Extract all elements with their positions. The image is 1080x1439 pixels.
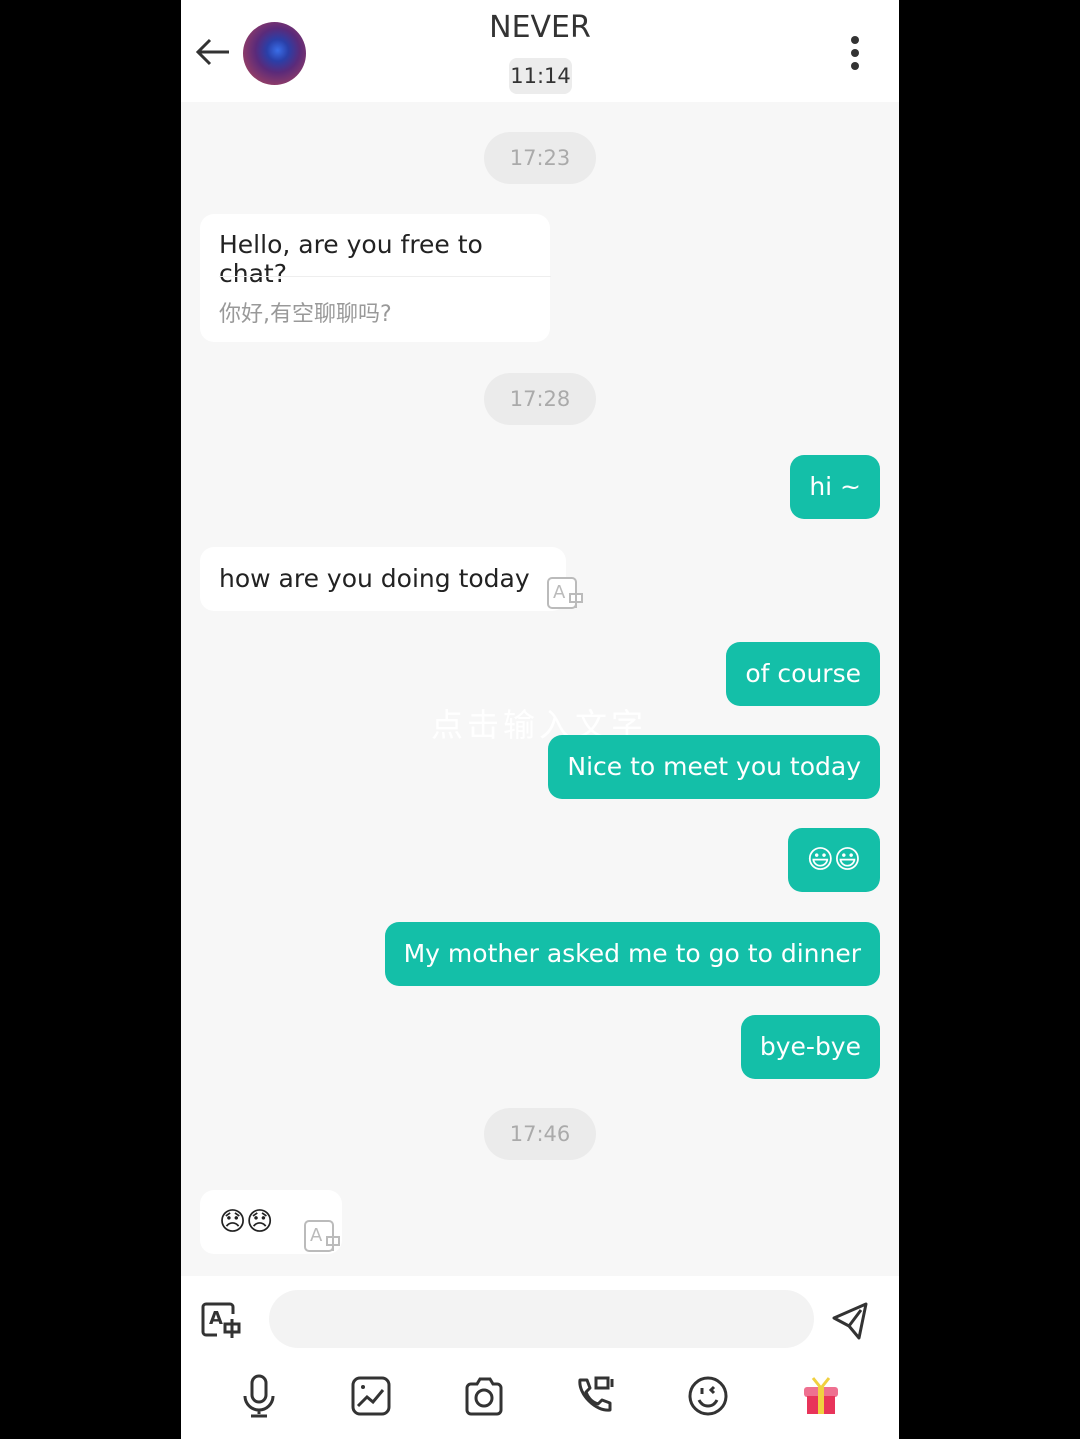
divider [219,276,551,277]
send-icon[interactable] [831,1300,869,1340]
outgoing-message[interactable]: of course [726,642,880,706]
contact-name: NEVER [489,10,591,45]
video-call-icon[interactable] [574,1374,618,1418]
message-text: how are you doing today [219,564,530,593]
more-options-icon[interactable] [849,36,861,72]
microphone-icon[interactable] [237,1374,281,1418]
outgoing-message[interactable]: 😃😃 [787,828,880,892]
chat-screen: NEVER 11:14 17:23 Hello, are you free to… [181,0,899,1439]
incoming-message[interactable]: Hello, are you free to chat? 你好,有空聊聊吗? [200,214,551,342]
chat-header: NEVER 11:14 [181,0,899,102]
translate-icon[interactable]: A [303,1219,343,1253]
outgoing-message[interactable]: hi ~ [790,455,880,519]
local-time-badge: 11:14 [509,58,572,94]
composer-bar: A [181,1276,899,1439]
outgoing-message[interactable]: Nice to meet you today [548,735,880,799]
timestamp: 17:23 [484,132,596,184]
svg-text:A: A [553,582,566,603]
outgoing-message[interactable]: My mother asked me to go to dinner [384,922,880,986]
camera-icon[interactable] [462,1374,506,1418]
message-text: 😞😞 [219,1207,274,1237]
svg-text:A: A [209,1308,223,1329]
translate-toggle-icon[interactable]: A [201,1302,243,1338]
svg-text:A: A [310,1225,323,1246]
message-text: Hello, are you free to chat? [219,230,483,288]
image-icon[interactable] [349,1374,393,1418]
timestamp: 17:46 [484,1108,596,1160]
incoming-message[interactable]: how are you doing today [200,547,566,611]
timestamp: 17:28 [484,373,596,425]
translate-icon[interactable]: A [546,576,586,610]
message-input[interactable] [269,1290,814,1348]
translation-text: 你好,有空聊聊吗? [219,302,392,327]
emoji-icon[interactable] [686,1374,730,1418]
outgoing-message[interactable]: bye-bye [740,1015,880,1079]
gift-icon[interactable] [799,1374,843,1418]
